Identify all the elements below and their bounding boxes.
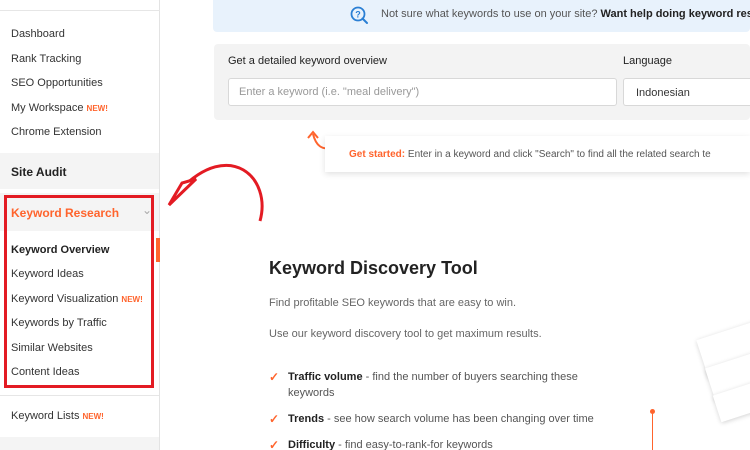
hint-bold: Get started: (349, 149, 406, 160)
feature-item: ✓ Trends - see how search volume has bee… (269, 412, 594, 426)
sidebar-section-site-audit[interactable]: Site Audit (0, 153, 159, 189)
decor-line (652, 413, 653, 450)
sidebar-item-dashboard[interactable]: Dashboard (11, 28, 65, 40)
language-label: Language (623, 55, 672, 67)
check-icon: ✓ (269, 412, 280, 426)
get-started-hint: Get started: Enter in a keyword and clic… (325, 136, 750, 172)
banner-text: Not sure what keywords to use on your si… (381, 8, 598, 20)
banner-link[interactable]: Want help doing keyword research (601, 8, 750, 20)
new-badge: NEW! (86, 104, 108, 113)
keyword-overview-label: Get a detailed keyword overview (228, 55, 387, 67)
sidebar: Dashboard Rank Tracking SEO Opportunitie… (0, 0, 160, 450)
sidebar-item-similar-websites[interactable]: Similar Websites (11, 342, 93, 354)
sidebar-item-seo-opportunities[interactable]: SEO Opportunities (11, 77, 103, 89)
active-indicator (156, 238, 160, 262)
new-badge: NEW! (82, 412, 104, 421)
sidebar-item-rank-tracking[interactable]: Rank Tracking (11, 53, 81, 65)
feature-item: ✓ Difficulty - find easy-to-rank-for key… (269, 437, 609, 450)
question-search-icon: ? (350, 6, 368, 24)
svg-text:?: ? (355, 10, 361, 20)
sidebar-item-chrome-extension[interactable]: Chrome Extension (11, 126, 102, 138)
hint-text: Enter in a keyword and click "Search" to… (407, 149, 711, 160)
chevron-down-icon: ⌄ (142, 203, 153, 217)
sidebar-item-keyword-ideas[interactable]: Keyword Ideas (11, 268, 84, 280)
sidebar-item-keyword-lists[interactable]: Keyword Lists NEW! (11, 410, 104, 422)
keyword-research-label: Keyword Research (11, 206, 120, 220)
tool-description: Find profitable SEO keywords that are ea… (269, 297, 517, 309)
check-icon: ✓ (269, 370, 280, 384)
sidebar-item-keyword-overview[interactable]: Keyword Overview (11, 244, 109, 256)
sidebar-section-keyword-research[interactable]: Keyword Research ⌄ (0, 193, 159, 231)
main-content: ? Not sure what keywords to use on your … (161, 0, 750, 450)
sidebar-item-keyword-visualization[interactable]: Keyword Visualization NEW! (11, 293, 143, 305)
help-banner: ? Not sure what keywords to use on your … (213, 0, 750, 32)
sidebar-item-keywords-by-traffic[interactable]: Keywords by Traffic (11, 317, 107, 329)
new-badge: NEW! (121, 295, 143, 304)
sidebar-item-content-ideas[interactable]: Content Ideas (11, 366, 80, 378)
language-select[interactable]: Indonesian (623, 78, 750, 106)
keyword-search-card: Get a detailed keyword overview Language… (214, 44, 750, 120)
sidebar-divider (0, 395, 159, 396)
feature-item: ✓ Traffic volume - find the number of bu… (269, 370, 578, 399)
page-title: Keyword Discovery Tool (269, 258, 478, 278)
sidebar-item-my-workspace[interactable]: My Workspace NEW! (11, 102, 108, 114)
keyword-input[interactable] (228, 78, 617, 106)
check-icon: ✓ (269, 438, 280, 450)
tool-description-2: Use our keyword discovery tool to get ma… (269, 328, 542, 340)
sidebar-next-section (0, 437, 159, 450)
sidebar-top-divider (0, 10, 160, 11)
